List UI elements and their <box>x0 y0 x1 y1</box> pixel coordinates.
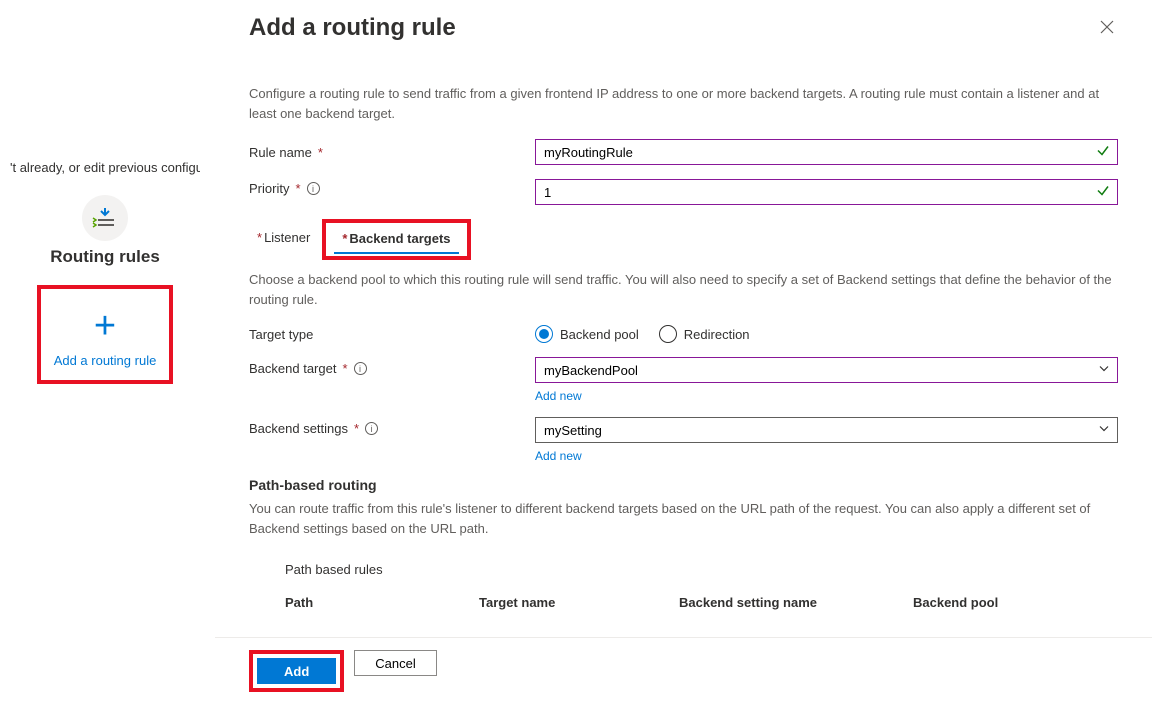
add-routing-rule-card[interactable]: + Add a routing rule <box>37 285 173 384</box>
background-page: 't already, or edit previous configura R… <box>0 150 210 394</box>
panel-header: Add a routing rule <box>215 0 1152 50</box>
col-target-name: Target name <box>479 595 669 610</box>
background-hint-text: 't already, or edit previous configura <box>10 160 200 175</box>
priority-label: Priority * i <box>249 179 535 196</box>
path-rules-table-title: Path based rules <box>285 562 1118 577</box>
radio-unchecked-icon <box>659 325 677 343</box>
radio-redirection[interactable]: Redirection <box>659 325 750 343</box>
add-routing-rule-label: Add a routing rule <box>54 353 157 368</box>
info-icon[interactable]: i <box>354 362 367 375</box>
info-icon[interactable]: i <box>365 422 378 435</box>
backend-settings-label: Backend settings * i <box>249 417 535 436</box>
rule-name-input[interactable] <box>535 139 1118 165</box>
close-icon <box>1100 20 1114 34</box>
tab-listener[interactable]: *Listener <box>249 226 318 253</box>
col-backend-setting: Backend setting name <box>679 595 903 610</box>
panel-title: Add a routing rule <box>249 14 456 42</box>
tab-intro: Choose a backend pool to which this rout… <box>249 270 1118 309</box>
target-type-label: Target type <box>249 327 535 342</box>
rule-name-label: Rule name * <box>249 145 535 160</box>
tab-backend-targets[interactable]: *Backend targets <box>334 227 458 254</box>
col-path: Path <box>285 595 469 610</box>
backend-target-label: Backend target * i <box>249 357 535 376</box>
col-backend-pool: Backend pool <box>913 595 1063 610</box>
cancel-button[interactable]: Cancel <box>354 650 436 676</box>
plus-icon: + <box>94 307 116 345</box>
routing-rules-title: Routing rules <box>10 247 200 267</box>
add-button[interactable]: Add <box>257 658 336 684</box>
close-button[interactable] <box>1096 14 1118 44</box>
path-routing-title: Path-based routing <box>249 477 1118 493</box>
backend-settings-add-new[interactable]: Add new <box>535 449 1118 463</box>
priority-input[interactable] <box>535 179 1118 205</box>
tabs: *Listener *Backend targets <box>249 219 1118 260</box>
backend-target-add-new[interactable]: Add new <box>535 389 1118 403</box>
path-routing-desc: You can route traffic from this rule's l… <box>249 499 1118 538</box>
routing-rule-panel: Add a routing rule Configure a routing r… <box>215 0 1152 710</box>
panel-intro: Configure a routing rule to send traffic… <box>249 84 1118 123</box>
panel-footer: Add Cancel <box>215 637 1152 710</box>
path-rules-table: Path based rules Path Target name Backen… <box>285 562 1118 610</box>
info-icon[interactable]: i <box>307 182 320 195</box>
backend-settings-select[interactable]: mySetting <box>535 417 1118 443</box>
panel-body: Configure a routing rule to send traffic… <box>215 50 1152 637</box>
backend-target-select[interactable]: myBackendPool <box>535 357 1118 383</box>
radio-checked-icon <box>535 325 553 343</box>
radio-backend-pool[interactable]: Backend pool <box>535 325 639 343</box>
routing-rules-icon <box>82 195 128 241</box>
